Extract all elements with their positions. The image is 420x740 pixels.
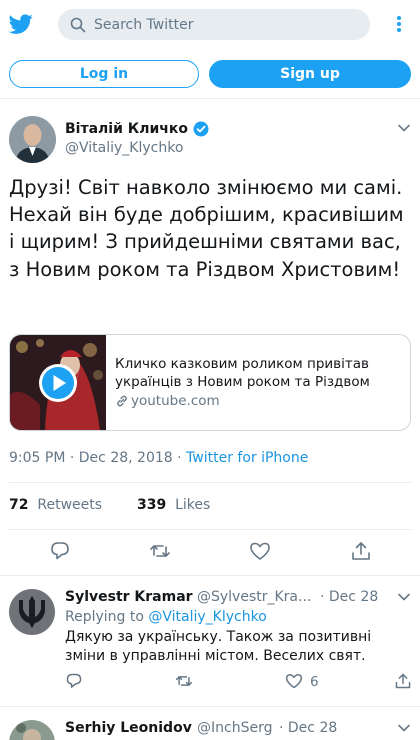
signup-button[interactable]: Sign up xyxy=(209,60,411,88)
retweet-icon[interactable] xyxy=(175,672,193,690)
share-icon[interactable] xyxy=(394,672,412,690)
reply-avatar[interactable] xyxy=(9,589,55,635)
author-name[interactable]: Віталій Кличко xyxy=(65,121,188,137)
replying-to-prefix: Replying to xyxy=(65,609,144,625)
reply-icon[interactable] xyxy=(49,540,71,562)
retweets-stat[interactable]: 72 Retweets xyxy=(9,497,102,513)
likes-label: Likes xyxy=(175,497,211,513)
card-title: Кличко казковим роликом привітав українц… xyxy=(115,356,370,390)
reply-date[interactable]: · Dec 28 xyxy=(320,589,378,605)
reply-author-name[interactable]: Serhiy Leonidov xyxy=(65,720,192,736)
reply-text-line2: зміни в управлінні містом. Веселих свят. xyxy=(65,648,366,664)
chevron-down-icon[interactable] xyxy=(397,721,411,735)
author-avatar[interactable] xyxy=(9,116,56,163)
more-vertical-icon[interactable] xyxy=(390,12,408,36)
divider xyxy=(9,482,411,483)
reply-author-name[interactable]: Sylvestr Kramar xyxy=(65,589,193,605)
tweet-source[interactable]: Twitter for iPhone xyxy=(186,450,308,466)
retweets-label: Retweets xyxy=(37,497,103,513)
replying-to: Replying to @Vitaliy_Klychko xyxy=(65,609,267,625)
tweet-date[interactable]: Dec 28, 2018 xyxy=(79,450,173,466)
play-icon[interactable] xyxy=(38,363,78,403)
meta-separator: · xyxy=(177,450,182,466)
tweet-text: Друзі! Світ навколо змінюємо ми самі. Не… xyxy=(9,176,404,281)
meta-separator: · xyxy=(69,450,75,466)
divider xyxy=(9,529,411,530)
like-icon[interactable] xyxy=(285,672,303,690)
top-bar xyxy=(0,0,420,50)
search-box[interactable] xyxy=(58,9,370,40)
tweet-stats: 72 Retweets 339 Likes xyxy=(9,497,210,513)
share-icon[interactable] xyxy=(350,540,372,562)
replying-to-mention[interactable]: @Vitaliy_Klychko xyxy=(148,609,266,625)
twitter-logo-icon[interactable] xyxy=(8,12,34,36)
search-input[interactable] xyxy=(94,9,354,40)
reply-icon[interactable] xyxy=(65,672,83,690)
reply-date[interactable]: · Dec 28 xyxy=(279,720,337,736)
like-icon[interactable] xyxy=(249,540,271,562)
reply-text-line1: Дякую за українську. Також за позитивні xyxy=(65,629,372,645)
login-button[interactable]: Log in xyxy=(9,60,199,88)
retweets-count: 72 xyxy=(9,497,29,513)
tweet-meta: 9:05 PM · Dec 28, 2018 · Twitter for iPh… xyxy=(9,450,308,466)
divider xyxy=(0,575,420,576)
card-domain: youtube.com xyxy=(131,393,220,409)
reply-author-handle[interactable]: @Sylvestr_Kra... xyxy=(197,589,311,605)
retweet-icon[interactable] xyxy=(149,540,171,562)
verified-badge-icon xyxy=(193,121,209,137)
likes-count: 339 xyxy=(136,497,167,513)
tweet-time[interactable]: 9:05 PM xyxy=(9,450,65,466)
chevron-down-icon[interactable] xyxy=(397,590,411,604)
divider xyxy=(0,98,420,99)
link-icon xyxy=(117,395,127,407)
author-handle[interactable]: @Vitaliy_Klychko xyxy=(65,140,183,156)
chevron-down-icon[interactable] xyxy=(397,121,411,135)
reply-like-count: 6 xyxy=(310,674,319,690)
likes-stat[interactable]: 339 Likes xyxy=(137,497,210,513)
search-icon xyxy=(70,17,86,33)
reply-avatar[interactable] xyxy=(9,720,55,740)
reply-author-handle[interactable]: @InchSerg xyxy=(197,720,272,736)
divider xyxy=(0,706,420,707)
link-card[interactable]: Кличко казковим роликом привітав українц… xyxy=(9,334,411,431)
